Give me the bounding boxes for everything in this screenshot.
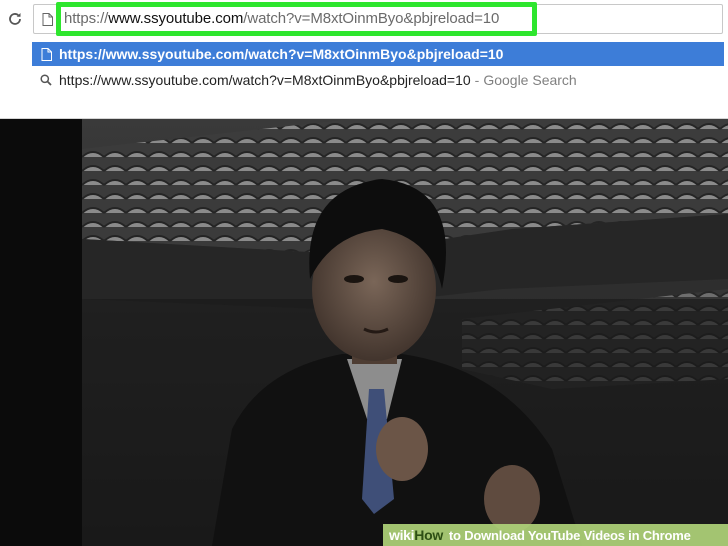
suggestion-hint: Google Search — [483, 72, 577, 88]
suggestion-search[interactable]: https://www.ssyoutube.com/watch?v=M8xtOi… — [32, 68, 724, 92]
video-area — [0, 119, 728, 546]
reload-button[interactable] — [5, 9, 25, 29]
suggestion-separator: - — [474, 72, 480, 88]
video-thumbnail-image — [82, 119, 728, 546]
url-text[interactable]: https://www.ssyoutube.com/watch?v=M8xtOi… — [64, 8, 499, 30]
screen: https://www.ssyoutube.com/watch?v=M8xtOi… — [0, 0, 728, 546]
url-scheme: https:// — [64, 10, 109, 27]
video-frame[interactable] — [82, 119, 728, 546]
url-host: www.ssyoutube.com — [108, 10, 244, 27]
suggestion-text: https://www.ssyoutube.com/watch?v=M8xtOi… — [59, 72, 471, 88]
browser-toolbar: https://www.ssyoutube.com/watch?v=M8xtOi… — [0, 0, 728, 40]
wikihow-logo-wiki: wiki — [389, 527, 415, 543]
wikihow-logo: wikiHow — [389, 527, 443, 543]
wikihow-article-title: to Download YouTube Videos in Chrome — [448, 527, 691, 543]
suggestion-url[interactable]: https://www.ssyoutube.com/watch?v=M8xtOi… — [32, 42, 724, 66]
wikihow-logo-how: How — [414, 527, 443, 543]
page-icon — [35, 47, 57, 61]
search-icon — [35, 74, 57, 86]
url-path: /watch?v=M8xtOinmByo&pbjreload=10 — [243, 10, 500, 27]
suggestion-text: https://www.ssyoutube.com/watch?v=M8xtOi… — [59, 46, 504, 62]
wikihow-watermark: wikiHow to Download YouTube Videos in Ch… — [383, 524, 728, 546]
omnibox-suggestions: https://www.ssyoutube.com/watch?v=M8xtOi… — [0, 40, 728, 119]
address-bar[interactable]: https://www.ssyoutube.com/watch?v=M8xtOi… — [33, 2, 723, 36]
reload-icon — [9, 13, 21, 25]
page-icon — [42, 13, 53, 26]
